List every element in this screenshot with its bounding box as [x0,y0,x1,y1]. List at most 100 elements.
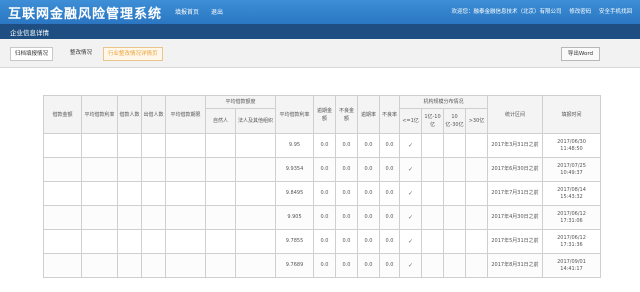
cell-overdue: 0.0 [313,157,336,182]
cell-rate: 9.95 [275,133,314,158]
check-icon: ✓ [399,181,422,206]
submit-clock: 17:31:36 [560,241,583,248]
cell-submit-time: 2017/09/01 14:41:17 [542,253,601,278]
submit-date: 2017/08/14 [557,186,586,193]
header-term-10-30: 10亿-30亿 [443,108,466,134]
cell-rate: 9.8495 [275,181,314,206]
submit-clock: 15:43:32 [560,193,583,200]
cell-deadline: 2017年8月31日之前 [487,253,543,278]
cell-bad: 0.0 [335,157,358,182]
section-title: 企业信息详情 [10,29,49,37]
submit-date: 2017/09/01 [557,258,586,265]
change-password-link[interactable]: 修改密码 [569,9,591,15]
cell-submit-time: 2017/06/30 11:48:50 [542,133,601,158]
cell-deadline: 2017年6月30日之前 [487,157,543,182]
cell-bad: 0.0 [335,205,358,230]
section-bar: 企业信息详情 [0,24,640,39]
cell-deadline: 2017年4月30日之前 [487,205,543,230]
cell-rate: 9.905 [275,205,314,230]
top-nav: 填报首页 退出 [175,7,233,16]
cell-bad: 0.0 [335,133,358,158]
submit-clock: 10:49:37 [560,169,583,176]
cell-overdue-rate: 0.0 [357,205,380,230]
cell-bad-rate: 0.0 [379,253,400,278]
app-title: 互联网金融风险管理系统 [8,7,163,22]
check-icon: ✓ [399,205,422,230]
table-row: 9.9354 0.0 0.0 0.0 0.0 ✓ 2017年6月30日之前 20… [43,157,601,182]
cell-deadline: 2017年7月31日之前 [487,181,543,206]
cell-bad-rate: 0.0 [379,181,400,206]
tab-industry-rectification[interactable]: 行业整改情况详情页 [103,47,163,61]
table-row: 9.7855 0.0 0.0 0.0 0.0 ✓ 2017年5月31日之前 20… [43,229,601,254]
submit-clock: 11:48:50 [560,145,583,152]
nav-logout[interactable]: 退出 [211,9,223,16]
data-table: 借款金额 平均借款利率 借款人数 出借人数 平均借款期限 平均借款额度 平均借款… [43,95,601,278]
check-icon: ✓ [399,133,422,158]
cell-rate: 9.7689 [275,253,314,278]
header-bad-amount: 不良金额 [335,95,358,134]
cell-overdue-rate: 0.0 [357,133,380,158]
header-overdue-amount: 逾期金额 [313,95,336,134]
header-term-1-10: 1亿-10亿 [421,108,444,134]
cell-bad: 0.0 [335,181,358,206]
header-lenders: 借款人数 [117,95,142,134]
check-icon: ✓ [399,229,422,254]
submit-clock: 14:41:17 [560,265,583,272]
header-stat-deadline: 统计区间 [487,95,543,134]
cell-overdue: 0.0 [313,253,336,278]
cell-deadline: 2017年5月31日之前 [487,229,543,254]
submit-date: 2017/06/12 [557,210,586,217]
cell-overdue: 0.0 [313,205,336,230]
cell-submit-time: 2017/06/12 17:31:06 [542,205,601,230]
header-term-gt30: >30亿 [465,108,488,134]
company-name: 融泰金融信息技术（北京）有限公司 [473,9,562,15]
cell-overdue-rate: 0.0 [357,253,380,278]
header-natural-person: 自然人 [205,108,236,134]
cell-bad-rate: 0.0 [379,205,400,230]
header-bad-rate: 不良率 [379,95,400,134]
table-row: 9.7689 0.0 0.0 0.0 0.0 ✓ 2017年8月31日之前 20… [43,253,601,278]
submit-date: 2017/06/12 [557,234,586,241]
header-overdue-rate: 逾期率 [357,95,380,134]
security-link[interactable]: 安全手机找回 [599,9,632,15]
table-row: 9.8495 0.0 0.0 0.0 0.0 ✓ 2017年7月31日之前 20… [43,181,601,206]
welcome-label: 欢迎您： [451,9,474,15]
tab-strip: 归档填报情况 整改情况 行业整改情况详情页 导出Word [0,39,640,68]
submit-clock: 17:31:06 [560,217,583,224]
header-avg-loan-amount: 平均借款额度 [205,95,276,109]
cell-deadline: 2017年3月31日之前 [487,133,543,158]
submit-date: 2017/07/25 [557,162,586,169]
check-icon: ✓ [399,157,422,182]
cell-overdue-rate: 0.0 [357,181,380,206]
cell-overdue: 0.0 [313,181,336,206]
header-loan-amount: 借款金额 [43,95,82,134]
header-avg-term: 平均借款期限 [165,95,206,134]
cell-submit-time: 2017/07/25 10:49:37 [542,157,601,182]
header-term-lt1: <=1亿 [399,108,422,134]
cell-rate: 9.9354 [275,157,314,182]
cell-rate: 9.7855 [275,229,314,254]
cell-submit-time: 2017/08/14 15:43:32 [542,181,601,206]
cell-bad-rate: 0.0 [379,133,400,158]
header-borrowers-count: 平均借款利率 [81,95,118,134]
header-investors: 出借人数 [141,95,166,134]
app-header: 互联网金融风险管理系统 填报首页 退出 欢迎您：融泰金融信息技术（北京）有限公司… [0,0,640,24]
cell-overdue-rate: 0.0 [357,157,380,182]
header-avg-rate: 平均借款利率 [275,95,314,134]
submit-date: 2017/06/30 [557,138,586,145]
cell-overdue: 0.0 [313,133,336,158]
tab-rectification[interactable]: 整改情况 [66,47,96,59]
cell-submit-time: 2017/06/12 17:31:36 [542,229,601,254]
cell-overdue: 0.0 [313,229,336,254]
header-legal-person: 法人及其他组织 [235,108,276,134]
export-word-button[interactable]: 导出Word [560,47,600,61]
check-icon: ✓ [399,253,422,278]
cell-bad: 0.0 [335,229,358,254]
nav-home[interactable]: 填报首页 [175,9,199,16]
cell-bad-rate: 0.0 [379,157,400,182]
cell-bad: 0.0 [335,253,358,278]
table-row: 9.95 0.0 0.0 0.0 0.0 ✓ 2017年3月31日之前 2017… [43,133,601,158]
cell-bad-rate: 0.0 [379,229,400,254]
user-area: 欢迎您：融泰金融信息技术（北京）有限公司 修改密码 安全手机找回 [445,7,632,15]
tab-filing-status[interactable]: 归档填报情况 [10,47,54,61]
